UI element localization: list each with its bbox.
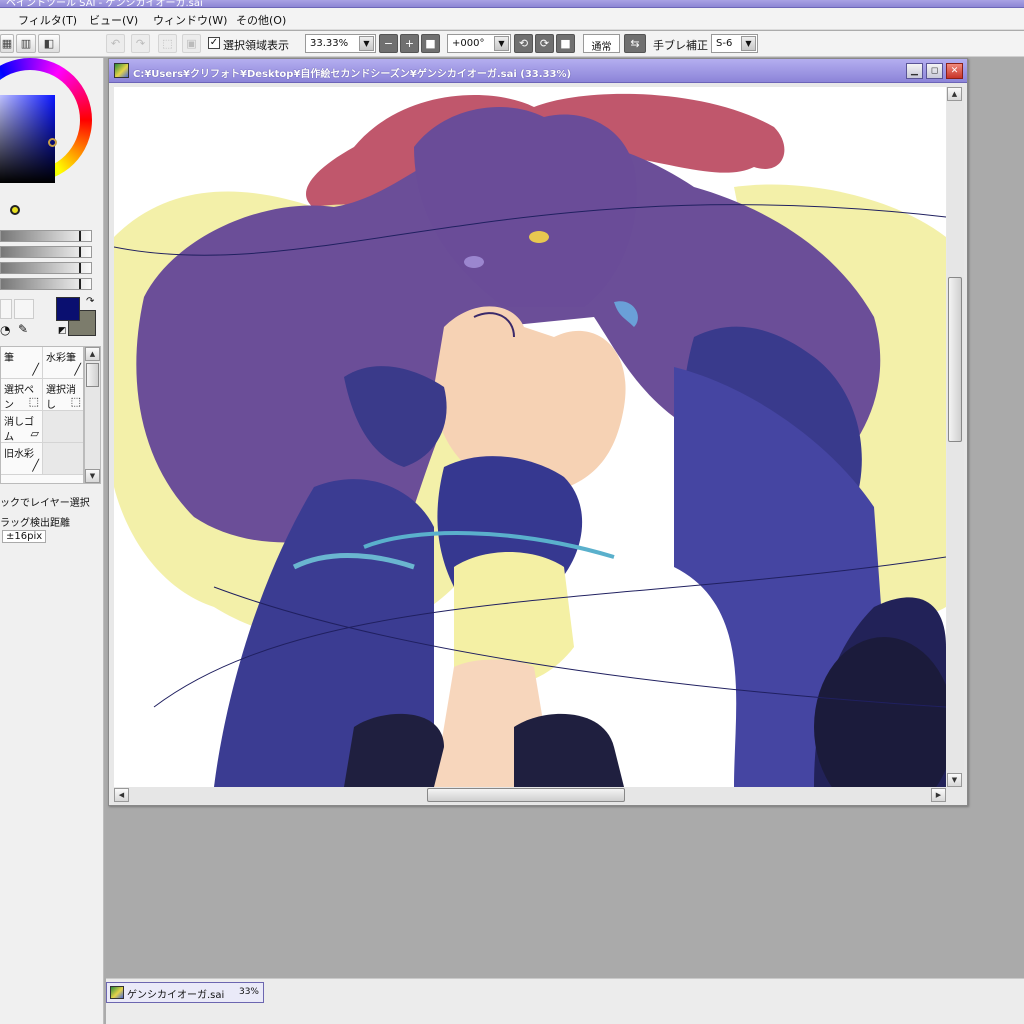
menu-bar: フィルタ(T) ビュー(V) ウィンドウ(W) その他(O)	[0, 8, 1024, 30]
old-watercolor-icon: ╱	[32, 459, 39, 472]
document-title-bar[interactable]: C:¥Users¥クリフォト¥Desktop¥自作絵セカンドシーズン¥ゲンシカイ…	[109, 59, 967, 83]
selection-pen-icon: ⬚	[28, 395, 39, 408]
document-title: C:¥Users¥クリフォト¥Desktop¥自作絵セカンドシーズン¥ゲンシカイ…	[133, 69, 572, 80]
layer-select-option: ックでレイヤー選択	[0, 498, 90, 509]
tool-old-watercolor[interactable]: 旧水彩 ╱	[1, 443, 43, 475]
tool-empty-slot[interactable]	[43, 411, 83, 443]
watercolor-brush-icon: ╱	[74, 363, 81, 376]
main-toolbar: ▦ ▥ ◧ ↶ ↷ ⬚ ▣ ✓ 選択領域表示 33.33% ▼ − + ■ +00…	[0, 31, 1024, 57]
zoom-select[interactable]: 33.33% ▼	[305, 34, 376, 53]
stabilizer-select[interactable]: S-6 ▼	[711, 34, 758, 53]
scroll-right-icon[interactable]: ▶	[931, 788, 946, 802]
transparent-color-icon[interactable]: ◩	[58, 326, 67, 336]
scroll-up-icon[interactable]: ▲	[947, 87, 962, 101]
blend-mode-value: 通常	[591, 42, 612, 53]
drag-distance-label: ラッグ検出距離	[0, 518, 70, 529]
layer-icon[interactable]: ◧	[38, 34, 60, 53]
rotation-select[interactable]: +000° ▼	[447, 34, 511, 53]
eyedropper-icon[interactable]: ✎	[18, 322, 28, 336]
stabilizer-value: S-6	[716, 38, 733, 49]
drag-distance-value[interactable]: ±16pix	[2, 530, 47, 543]
close-icon[interactable]: ✕	[946, 63, 963, 79]
chevron-down-icon: ▼	[741, 36, 756, 51]
eraser-icon: ▱	[30, 427, 39, 440]
scroll-up-icon[interactable]: ▲	[85, 347, 100, 361]
zoom-value: 33.33%	[310, 38, 349, 49]
tab-zoom: 33%	[238, 987, 259, 997]
invert-selection-button[interactable]: ▣	[182, 34, 201, 53]
artwork-illustration	[114, 93, 946, 787]
scroll-thumb[interactable]	[86, 363, 99, 387]
scroll-down-icon[interactable]: ▼	[85, 469, 100, 483]
sai-file-icon	[110, 986, 124, 999]
tool-selection-pen[interactable]: 選択ペン ⬚	[1, 379, 43, 411]
chevron-down-icon: ▼	[494, 36, 509, 51]
undo-button[interactable]: ↶	[106, 34, 125, 53]
blend-mode-select[interactable]: 通常	[583, 34, 620, 53]
selection-display-checkbox[interactable]: ✓	[208, 37, 220, 49]
stabilizer-label: 手ブレ補正	[653, 39, 708, 52]
tool-eraser[interactable]: 消しゴム ▱	[1, 411, 43, 443]
chevron-down-icon: ▼	[359, 36, 374, 51]
minimize-icon[interactable]: ▁	[906, 63, 923, 79]
palette-icon[interactable]: ▦	[0, 34, 14, 53]
maximize-icon[interactable]: ◻	[926, 63, 943, 79]
custom-swatch[interactable]	[0, 299, 12, 319]
swap-colors-icon[interactable]: ↷	[86, 296, 94, 307]
tool-selection-eraser[interactable]: 選択消し ⬚	[43, 379, 83, 411]
document-window: C:¥Users¥クリフォト¥Desktop¥自作絵セカンドシーズン¥ゲンシカイ…	[108, 58, 968, 806]
tool-scrollbar[interactable]: ▲ ▼	[84, 346, 101, 484]
canvas-vertical-scrollbar[interactable]: ▲ ▼	[947, 87, 964, 787]
flip-button[interactable]: ⇆	[624, 34, 646, 53]
menu-view[interactable]: ビュー(V)	[89, 12, 138, 28]
rotate-reset-button[interactable]: ■	[556, 34, 575, 53]
app-title-bar: ペイントツール SAI - ゲンシカイオーガ.sai	[0, 0, 1024, 8]
scroll-left-icon[interactable]: ◀	[114, 788, 129, 802]
saturation-value-square[interactable]	[0, 95, 55, 183]
selection-eraser-icon: ⬚	[70, 395, 81, 408]
grid-icon[interactable]: ▥	[16, 34, 36, 53]
rgb-slider-g[interactable]	[0, 246, 92, 258]
rgb-slider-b[interactable]	[0, 262, 92, 274]
canvas-horizontal-scrollbar[interactable]: ◀ ▶	[114, 787, 946, 804]
scroll-down-icon[interactable]: ▼	[947, 773, 962, 787]
vertical-scroll-thumb[interactable]	[948, 277, 962, 442]
tab-filename: ゲンシカイオーガ.sai	[127, 990, 225, 1001]
zoom-in-button[interactable]: +	[400, 34, 419, 53]
zoom-reset-button[interactable]: ■	[421, 34, 440, 53]
brush-icon: ╱	[32, 363, 39, 376]
rotate-ccw-button[interactable]: ⟲	[514, 34, 533, 53]
primary-color[interactable]	[56, 297, 80, 321]
rgb-slider-r[interactable]	[0, 230, 92, 242]
custom-swatch[interactable]	[14, 299, 34, 319]
tool-brush[interactable]: 筆 ╱	[1, 347, 43, 379]
tool-empty-slot[interactable]	[43, 443, 83, 475]
menu-other[interactable]: その他(O)	[236, 12, 286, 28]
menu-filter[interactable]: フィルタ(T)	[18, 12, 77, 28]
sv-picker-handle[interactable]	[48, 138, 57, 147]
rotation-value: +000°	[452, 38, 485, 49]
document-tab[interactable]: ゲンシカイオーガ.sai 33%	[106, 982, 264, 1003]
drawing-canvas[interactable]	[114, 87, 946, 787]
hue-picker-handle[interactable]	[10, 205, 20, 215]
zoom-out-button[interactable]: −	[379, 34, 398, 53]
app-title: ペイントツール SAI - ゲンシカイオーガ.sai	[6, 0, 203, 8]
hand-tool-icon[interactable]: ◔	[0, 323, 10, 337]
deselect-button[interactable]: ⬚	[158, 34, 177, 53]
tool-grid: 筆 ╱ 水彩筆 ╱ 選択ペン ⬚ 選択消し ⬚ 消しゴム ▱ 旧水彩 ╱	[0, 346, 84, 484]
tool-watercolor[interactable]: 水彩筆 ╱	[43, 347, 83, 379]
left-panel: ↷ ◩ ◔ ✎ 筆 ╱ 水彩筆 ╱ 選択ペン ⬚ 選択消し ⬚ 消しゴム ▱ 旧水彩 ╱ ▲…	[0, 58, 104, 1024]
sai-file-icon	[114, 63, 129, 78]
opacity-slider[interactable]	[0, 278, 92, 290]
menu-window[interactable]: ウィンドウ(W)	[153, 12, 227, 28]
redo-button[interactable]: ↷	[131, 34, 150, 53]
selection-display-label: 選択領域表示	[223, 39, 289, 52]
horizontal-scroll-thumb[interactable]	[427, 788, 625, 802]
rotate-cw-button[interactable]: ⟳	[535, 34, 554, 53]
